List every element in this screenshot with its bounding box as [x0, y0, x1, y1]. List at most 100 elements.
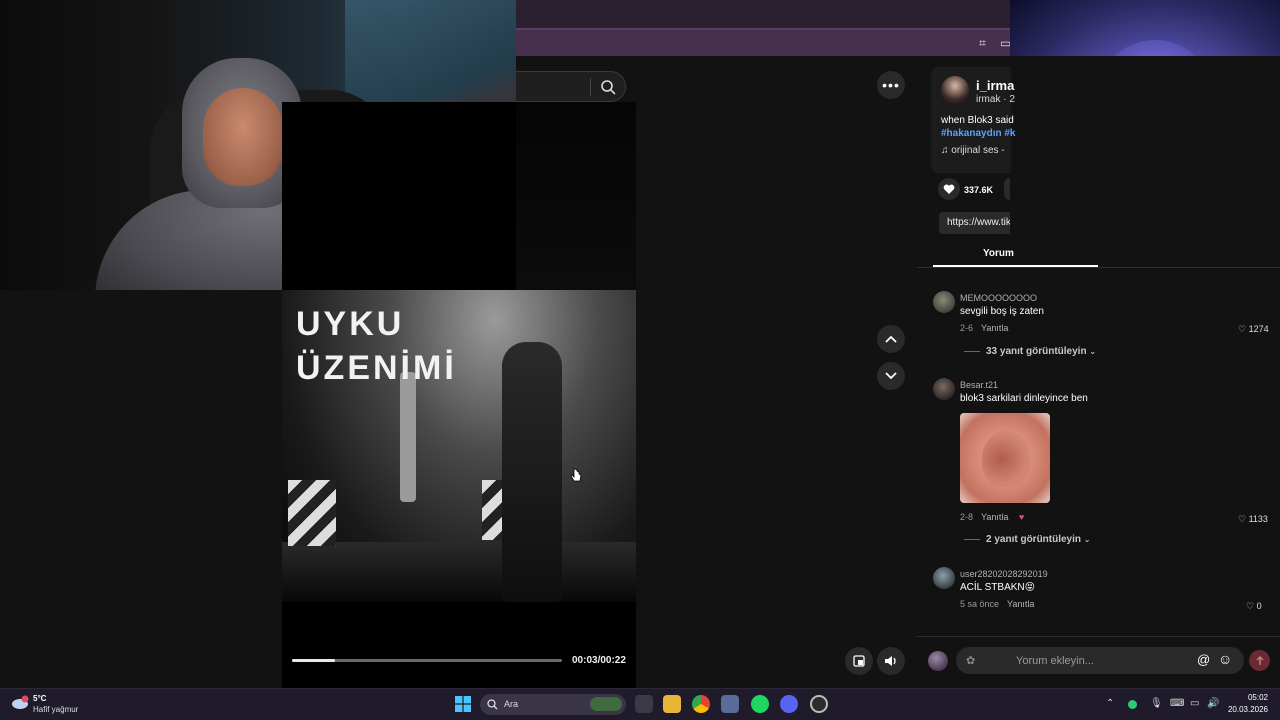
comment-date: 5 sa önce: [960, 599, 1000, 609]
stage-banner-line2: ÜZENİMİ: [296, 349, 457, 387]
search-highlight-icon: [590, 697, 622, 711]
microphone-icon[interactable]: 🎙: [1150, 698, 1163, 709]
stage-banner: UYKU ÜZENİMİ: [282, 302, 502, 390]
view-replies-button[interactable]: 2 yanıt görüntüleyin ⌄: [964, 534, 1091, 545]
browser-tab-strip: [516, 0, 1010, 28]
volume-button[interactable]: [877, 647, 905, 675]
comment-count-button[interactable]: [1004, 178, 1010, 200]
obs-icon[interactable]: [810, 695, 828, 713]
video-progress-fill: [292, 659, 336, 662]
chevron-down-icon: ⌄: [1089, 347, 1097, 356]
author-name[interactable]: i_irma: [976, 78, 1014, 93]
post-url-field[interactable]: https://www.tik: [939, 212, 1010, 234]
comment-username[interactable]: Besar.t21: [960, 380, 998, 390]
search-bar[interactable]: [516, 71, 626, 102]
reply-button[interactable]: Yanıtla: [1007, 599, 1034, 609]
heart-outline-icon: ♡: [1238, 514, 1249, 524]
weather-description[interactable]: Hafif yağmur: [33, 705, 78, 714]
send-comment-button[interactable]: [1249, 650, 1270, 671]
tab-divider: [917, 267, 1280, 268]
file-explorer-icon[interactable]: [663, 695, 681, 713]
heart-outline-icon: ♡: [1238, 324, 1249, 334]
comment-text: blok3 sarkilari dinleyince ben: [960, 393, 1088, 404]
music-note-icon: ♫: [941, 145, 952, 156]
emoji-icon[interactable]: ☺: [1218, 651, 1232, 667]
performer: [502, 342, 562, 602]
tab-comments[interactable]: Yorum: [983, 248, 1014, 259]
keyboard-icon[interactable]: ⌨: [1170, 698, 1184, 709]
comment-text: ACİL STBAKN😝: [960, 582, 1036, 593]
author-avatar[interactable]: [941, 76, 969, 104]
like-count: 337.6K: [964, 185, 994, 195]
picture-in-picture-icon: [853, 655, 865, 667]
comment-like-count: 1274: [1248, 324, 1269, 334]
previous-video-button[interactable]: [877, 325, 905, 353]
reply-button[interactable]: Yanıtla: [981, 323, 1008, 333]
discord-icon[interactable]: [780, 695, 798, 713]
stage-floor: [282, 542, 636, 602]
left-blank-area: [0, 290, 282, 688]
tray-overflow-icon[interactable]: ⌃: [1106, 698, 1114, 709]
taskbar-search-icon: [487, 699, 498, 710]
comment-like-button[interactable]: ♡ 1133: [1238, 514, 1268, 525]
replies-dash: [964, 538, 980, 540]
creator-liked-icon: ♥: [1018, 512, 1025, 522]
taskbar-clock-date[interactable]: 20.03.2026: [1226, 705, 1268, 714]
post-sound[interactable]: ♫ orijinal ses -: [941, 145, 1005, 156]
app-icon[interactable]: [721, 695, 739, 713]
comment-avatar[interactable]: [933, 291, 955, 313]
video-time: 00:03/00:22: [572, 655, 626, 666]
comment-like-count: 0: [1256, 601, 1262, 611]
next-video-button[interactable]: [877, 362, 905, 390]
streamer-face: [203, 88, 283, 186]
stage-banner-line1: UYKU: [296, 305, 405, 343]
like-button[interactable]: [938, 178, 960, 200]
post-description: when Blok3 said: [941, 115, 1014, 126]
view-replies-button[interactable]: 33 yanıt görüntüleyin ⌄: [964, 346, 1096, 357]
comment-username[interactable]: user28202028292019: [960, 569, 1048, 579]
ear-detail: [982, 431, 1030, 487]
taskbar-clock-time[interactable]: 05:02: [1236, 693, 1268, 702]
speaker-icon[interactable]: 🔊: [1207, 698, 1219, 709]
weather-temperature[interactable]: 5°C: [33, 694, 46, 703]
comment-avatar[interactable]: [933, 567, 955, 589]
spotify-icon[interactable]: [751, 695, 769, 713]
mic-stand: [400, 372, 416, 502]
volume-icon: [885, 656, 896, 666]
reply-button[interactable]: Yanıtla: [981, 512, 1008, 522]
view-replies-label: 33 yanıt görüntüleyin: [986, 346, 1087, 357]
search-icon[interactable]: [600, 79, 616, 95]
gif-sticker-icon[interactable]: ✿: [966, 654, 975, 667]
heart-icon: [943, 184, 955, 194]
comment-date: 2-8: [960, 512, 974, 522]
more-options-button[interactable]: •••: [877, 71, 905, 99]
input-divider: [917, 636, 1280, 637]
network-icon[interactable]: ▭: [1190, 698, 1199, 709]
comment-date: 2-6: [960, 323, 974, 333]
video-player[interactable]: UYKU ÜZENİMİ 00:03/00:22: [282, 102, 636, 688]
view-replies-label: 2 yanıt görüntüleyin: [986, 534, 1082, 545]
my-avatar[interactable]: [928, 651, 948, 671]
comment-like-button[interactable]: ♡ 0: [1246, 601, 1262, 612]
mention-icon[interactable]: @: [1197, 652, 1210, 667]
translate-icon[interactable]: ⌗: [979, 36, 986, 51]
video-progress-bar[interactable]: [292, 659, 562, 662]
post-hashtags[interactable]: #hakanaydın #k: [941, 128, 1015, 139]
chrome-icon[interactable]: [692, 695, 710, 713]
task-view-icon[interactable]: [635, 695, 653, 713]
chevron-down-icon: ⌄: [1083, 535, 1091, 544]
more-dots-icon: •••: [882, 77, 900, 93]
pip-button[interactable]: [845, 647, 873, 675]
weather-icon[interactable]: [10, 694, 30, 712]
led-screen-left: [288, 480, 336, 546]
browser-toolbar: ⌗ ▭: [516, 28, 1011, 56]
comment-image-ear[interactable]: [960, 413, 1050, 503]
hand-cursor-icon: [570, 468, 582, 482]
windows-start-icon[interactable]: [455, 696, 471, 712]
comment-username[interactable]: MEMOOOOOOOO: [960, 293, 1037, 303]
author-subtitle: irmak · 2: [976, 94, 1015, 105]
comment-like-button[interactable]: ♡ 1274: [1238, 324, 1269, 335]
post-sound-label: orijinal ses -: [951, 145, 1005, 156]
comment-avatar[interactable]: [933, 378, 955, 400]
tray-status-icon[interactable]: [1128, 700, 1137, 709]
